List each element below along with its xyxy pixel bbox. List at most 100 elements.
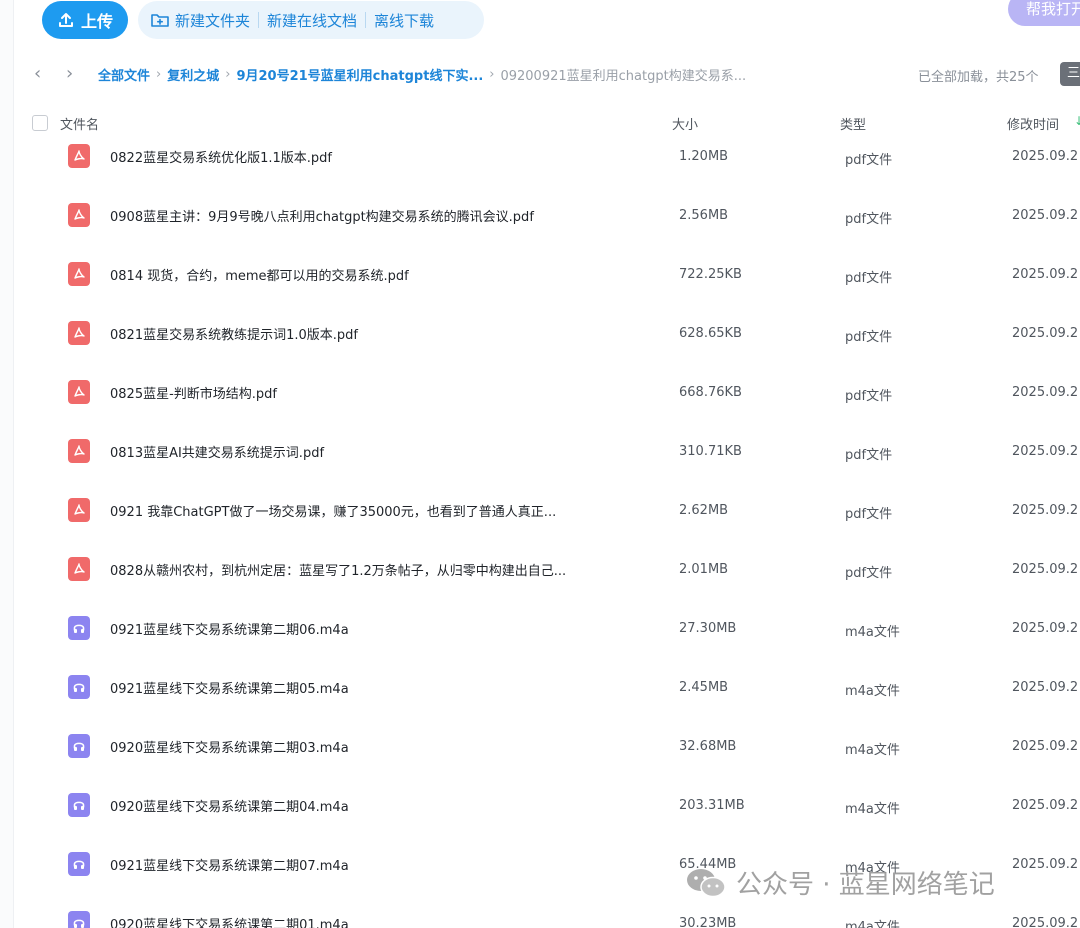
file-modified: 2025.09.2 [1012,680,1079,695]
file-size: 722.25KB [679,267,742,282]
file-name[interactable]: 0822蓝星交易系统优化版1.1版本.pdf [110,147,332,166]
file-size: 628.65KB [679,326,742,341]
audio-icon [68,911,90,928]
file-name[interactable]: 0908蓝星主讲：9月9号晚八点利用chatgpt构建交易系统的腾讯会议.pdf [110,206,534,225]
file-type: pdf文件 [845,389,893,404]
file-name[interactable]: 0921蓝星线下交易系统课第二期07.m4a [110,855,349,874]
file-modified: 2025.09.2 [1012,857,1079,872]
file-type: m4a文件 [845,684,900,699]
file-name[interactable]: 0821蓝星交易系统教练提示词1.0版本.pdf [110,324,358,343]
file-row[interactable]: 0921 我靠ChatGPT做了一场交易课，赚了35000元，也看到了普通人真正… [0,480,1080,539]
file-name[interactable]: 0813蓝星AI共建交易系统提示词.pdf [110,442,324,461]
file-modified: 2025.09.2 [1012,562,1079,577]
file-type: m4a文件 [845,920,900,928]
file-name[interactable]: 0920蓝星线下交易系统课第二期03.m4a [110,737,349,756]
file-modified: 2025.09.2 [1012,916,1079,928]
file-size: 668.76KB [679,385,742,400]
file-type: pdf文件 [845,566,893,581]
chevron-right-icon[interactable]: › [66,64,82,84]
file-name[interactable]: 0814 现货，合约，meme都可以用的交易系统.pdf [110,265,409,284]
divider [258,12,260,28]
file-row[interactable]: 0920蓝星线下交易系统课第二期04.m4a 203.31MB m4a文件 2025.… [0,775,1080,834]
breadcrumb-item-subfolder[interactable]: 9月20号21号蓝星利用chatgpt线下实... [236,65,483,84]
file-modified: 2025.09.2 [1012,326,1079,341]
breadcrumb-separator: › [489,67,495,82]
file-type: pdf文件 [845,212,893,227]
file-size: 203.31MB [679,798,745,813]
file-size: 30.23MB [679,916,737,928]
file-row[interactable]: 0814 现货，合约，meme都可以用的交易系统.pdf 722.25KB pdf文… [0,244,1080,303]
file-size: 2.45MB [679,680,729,695]
watermark: 公众号 · 蓝星网络笔记 [684,864,995,901]
file-row[interactable]: 0920蓝星线下交易系统课第二期03.m4a 32.68MB m4a文件 2025.0… [0,716,1080,775]
file-size: 2.56MB [679,208,729,223]
file-row[interactable]: 0822蓝星交易系统优化版1.1版本.pdf 1.20MB pdf文件 2025.09… [0,126,1080,185]
help-label: 帮我打开 [1026,0,1080,18]
file-row[interactable]: 0921蓝星线下交易系统课第二期05.m4a 2.45MB m4a文件 2025.09… [0,657,1080,716]
offline-download-button[interactable]: 离线下载 [374,10,434,31]
file-row[interactable]: 0821蓝星交易系统教练提示词1.0版本.pdf 628.65KB pdf文件 202… [0,303,1080,362]
wechat-icon [687,868,726,897]
file-modified: 2025.09.2 [1012,739,1079,754]
file-name[interactable]: 0921蓝星线下交易系统课第二期05.m4a [110,678,349,697]
file-size: 27.30MB [679,621,737,636]
view-toggle-button[interactable]: 三 [1060,62,1080,86]
file-modified: 2025.09.2 [1012,444,1079,459]
new-online-doc-button[interactable]: 新建在线文档 [267,10,357,31]
breadcrumb: 全部文件 › 复利之城 › 9月20号21号蓝星利用chatgpt线下实... … [98,65,746,84]
new-folder-button[interactable]: 新建文件夹 [150,10,250,31]
help-button[interactable]: 帮我打开 [1008,0,1080,26]
audio-icon [68,852,90,876]
file-type: pdf文件 [845,507,893,522]
pdf-icon [68,498,90,522]
file-modified: 2025.09.2 [1012,208,1079,223]
file-row[interactable]: 0921蓝星线下交易系统课第二期06.m4a 27.30MB m4a文件 2025.0… [0,598,1080,657]
file-name[interactable]: 0828从赣州农村，到杭州定居：蓝星写了1.2万条帖子，从归零中构建出自己... [110,560,566,579]
audio-icon [68,675,90,699]
pdf-icon [68,380,90,404]
file-action-group: 新建文件夹 新建在线文档 离线下载 [138,1,484,39]
toolbar: 上传 新建文件夹 新建在线文档 离线下载 帮我打开 [0,0,1080,42]
pdf-icon [68,262,90,286]
file-modified: 2025.09.2 [1012,503,1079,518]
pdf-icon [68,203,90,227]
file-size: 32.68MB [679,739,737,754]
file-size: 2.62MB [679,503,729,518]
breadcrumb-item-all-files[interactable]: 全部文件 [98,65,150,84]
file-type: pdf文件 [845,330,893,345]
file-type: pdf文件 [845,153,893,168]
file-row[interactable]: 0825蓝星-判断市场结构.pdf 668.76KB pdf文件 2025.09.2 [0,362,1080,421]
chevron-left-icon[interactable]: ‹ [34,64,50,84]
watermark-text: 公众号 · 蓝星网络笔记 [736,870,995,900]
file-name[interactable]: 0825蓝星-判断市场结构.pdf [110,383,277,402]
breadcrumb-separator: › [156,67,162,82]
audio-icon [68,734,90,758]
file-name[interactable]: 0921蓝星线下交易系统课第二期06.m4a [110,619,349,638]
add-folder-icon [151,14,169,27]
file-row[interactable]: 0828从赣州农村，到杭州定居：蓝星写了1.2万条帖子，从归零中构建出自己...… [0,539,1080,598]
file-name[interactable]: 0920蓝星线下交易系统课第二期01.m4a [110,914,349,928]
load-status: 已全部加载，共25个 [918,70,1039,85]
file-name[interactable]: 0920蓝星线下交易系统课第二期04.m4a [110,796,349,815]
pdf-icon [68,557,90,581]
file-list: 0822蓝星交易系统优化版1.1版本.pdf 1.20MB pdf文件 2025.09… [0,126,1080,928]
file-row[interactable]: 0908蓝星主讲：9月9号晚八点利用chatgpt构建交易系统的腾讯会议.pdf… [0,185,1080,244]
file-modified: 2025.09.2 [1012,267,1079,282]
upload-label: 上传 [80,12,113,31]
audio-icon [68,616,90,640]
file-type: pdf文件 [845,271,893,286]
file-manager-page: 上传 新建文件夹 新建在线文档 离线下载 帮我打开 ‹ › 全部文件 › 复利之… [0,0,1080,928]
pdf-icon [68,144,90,168]
upload-button[interactable]: 上传 [42,1,128,39]
file-type: m4a文件 [845,743,900,758]
file-row[interactable]: 0813蓝星AI共建交易系统提示词.pdf 310.71KB pdf文件 2025.0… [0,421,1080,480]
breadcrumb-row: ‹ › 全部文件 › 复利之城 › 9月20号21号蓝星利用chatgpt线下实… [0,60,1080,88]
file-name[interactable]: 0921 我靠ChatGPT做了一场交易课，赚了35000元，也看到了普通人真正… [110,501,556,520]
breadcrumb-item-folder[interactable]: 复利之城 [167,65,219,84]
file-modified: 2025.09.2 [1012,149,1079,164]
new-online-doc-label: 新建在线文档 [267,11,358,30]
file-modified: 2025.09.2 [1012,798,1079,813]
file-modified: 2025.09.2 [1012,385,1079,400]
file-size: 1.20MB [679,149,729,164]
file-type: m4a文件 [845,625,900,640]
